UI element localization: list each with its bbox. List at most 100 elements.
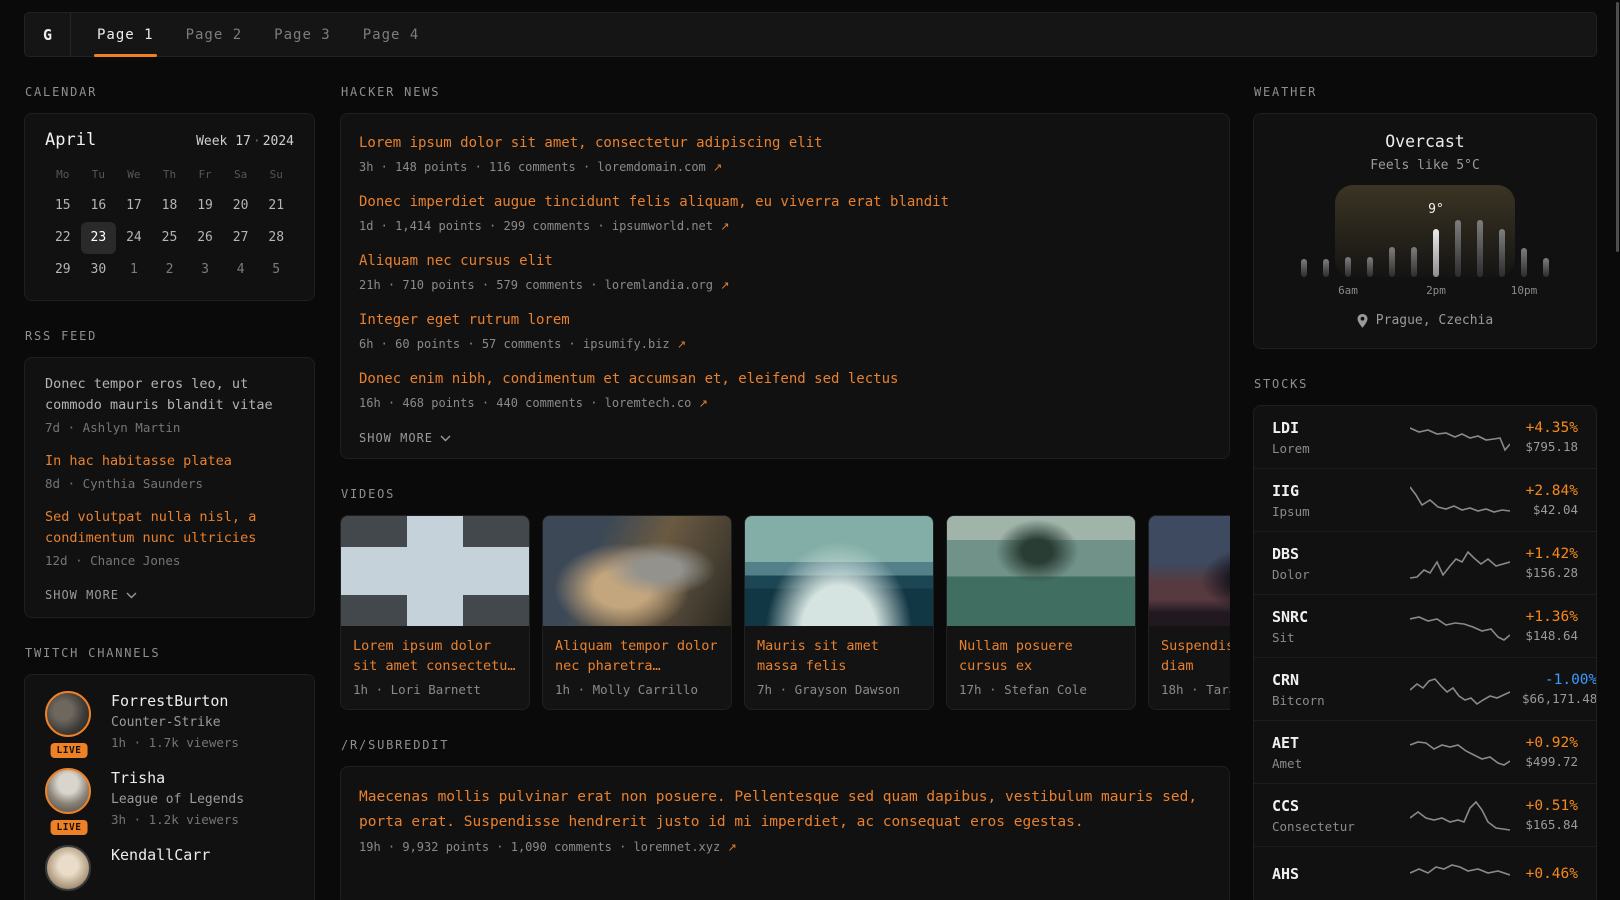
tab-label: Page 1 — [97, 27, 154, 43]
tab-label: Page 3 — [274, 27, 331, 43]
video-thumbnail — [1149, 516, 1230, 626]
tab-page-4[interactable]: Page 4 — [347, 13, 436, 56]
calendar-day-name: We — [116, 164, 152, 190]
location-pin-icon — [1357, 314, 1368, 328]
calendar-day[interactable]: 30 — [81, 254, 117, 286]
app-logo[interactable]: G — [25, 13, 71, 56]
weather-section-header: WEATHER — [1254, 85, 1596, 99]
video-meta: 1h · Molly Carrillo — [555, 682, 719, 697]
stock-change: +0.51% — [1522, 798, 1578, 814]
story-title[interactable]: Donec imperdiet augue tincidunt felis al… — [359, 191, 1211, 213]
weather-bar-slot — [1535, 185, 1557, 277]
video-card[interactable]: Lorem ipsum dolor sit amet consectetu… 1… — [340, 515, 530, 710]
tab-page-3[interactable]: Page 3 — [258, 13, 347, 56]
videos-row: Lorem ipsum dolor sit amet consectetu… 1… — [340, 515, 1230, 710]
chevron-down-icon — [440, 435, 451, 442]
scrollbar-thumb[interactable] — [1616, 2, 1619, 252]
story-title[interactable]: Donec enim nibh, condimentum et accumsan… — [359, 368, 1211, 390]
post-title[interactable]: Maecenas mollis pulvinar erat non posuer… — [359, 785, 1211, 835]
calendar-day[interactable]: 22 — [45, 222, 81, 254]
channel-name: ForrestBurton — [111, 691, 239, 711]
rss-show-more-button[interactable]: SHOW MORE — [45, 588, 137, 602]
calendar-day[interactable]: 20 — [223, 190, 259, 222]
story-title[interactable]: Lorem ipsum dolor sit amet, consectetur … — [359, 132, 1211, 154]
rss-item-title[interactable]: Sed volutpat nulla nisl, a condimentum n… — [45, 507, 294, 549]
calendar-day[interactable]: 29 — [45, 254, 81, 286]
twitch-channels-widget: LIVE ForrestBurton Counter-Strike 1h · 1… — [24, 674, 315, 900]
hackernews-show-more-button[interactable]: SHOW MORE — [359, 431, 451, 445]
calendar-day[interactable]: 1 — [116, 254, 152, 286]
weather-bar-slot — [1491, 185, 1513, 277]
video-meta: 1h · Lori Barnett — [353, 682, 517, 697]
calendar-day[interactable]: 5 — [258, 254, 294, 286]
calendar-grid: MoTuWeThFrSaSu15161718192021222324252627… — [45, 164, 294, 286]
calendar-day[interactable]: 18 — [152, 190, 188, 222]
video-title: Aliquam tempor dolor nec pharetra… — [555, 636, 719, 676]
weather-bar-slot — [1469, 185, 1491, 277]
stock-row: DBSDolor +1.42%$156.28 — [1254, 532, 1596, 595]
weather-temp-bar — [1411, 247, 1417, 277]
video-card[interactable]: Aliquam tempor dolor nec pharetra… 1h · … — [542, 515, 732, 710]
live-badge: LIVE — [51, 820, 88, 835]
calendar-day[interactable]: 17 — [116, 190, 152, 222]
avatar-wrapper: LIVE — [45, 768, 93, 829]
external-link-icon: ↗ — [713, 161, 722, 174]
tab-page-1[interactable]: Page 1 — [81, 13, 170, 56]
story-title[interactable]: Aliquam nec cursus elit — [359, 250, 1211, 272]
calendar-day[interactable]: 24 — [116, 222, 152, 254]
calendar-day[interactable]: 2 — [152, 254, 188, 286]
avatar-wrapper — [45, 845, 93, 891]
channel-meta: 3h · 1.2k viewers — [111, 810, 244, 829]
rss-feed-widget: Donec tempor eros leo, ut commodo mauris… — [24, 357, 315, 618]
post-meta: 19h · 9,932 points · 1,090 comments · lo… — [359, 840, 1211, 854]
story-meta: 16h · 468 points · 440 comments · loremt… — [359, 394, 1211, 413]
rss-item-meta: 7d · Ashlyn Martin — [45, 418, 294, 437]
twitch-channel-row[interactable]: LIVE ForrestBurton Counter-Strike 1h · 1… — [45, 691, 294, 752]
stock-sparkline — [1410, 859, 1510, 893]
calendar-day[interactable]: 25 — [152, 222, 188, 254]
rss-item-title[interactable]: In hac habitasse platea — [45, 451, 294, 472]
subreddit-section-header: /R/SUBREDDIT — [341, 738, 1229, 752]
video-meta: 17h · Stefan Cole — [959, 682, 1123, 697]
tab-label: Page 2 — [186, 27, 243, 43]
weather-temp-bar — [1367, 257, 1373, 277]
story-title[interactable]: Integer eget rutrum lorem — [359, 309, 1211, 331]
weather-temp-label: 9° — [1428, 202, 1444, 217]
calendar-widget: April Week 17·2024 MoTuWeThFrSaSu1516171… — [24, 113, 315, 301]
twitch-channel-row[interactable]: LIVE Trisha League of Legends 3h · 1.2k … — [45, 768, 294, 829]
stock-change: +4.35% — [1522, 420, 1578, 436]
calendar-day[interactable]: 21 — [258, 190, 294, 222]
channel-meta: 1h · 1.7k viewers — [111, 733, 239, 752]
weather-feels-like: Feels like 5°C — [1270, 158, 1580, 173]
calendar-day[interactable]: 26 — [187, 222, 223, 254]
weather-bar-slot: 10pm — [1513, 185, 1535, 277]
external-link-icon: ↗ — [720, 279, 729, 292]
tab-page-2[interactable]: Page 2 — [170, 13, 259, 56]
rss-item: In hac habitasse platea 8d · Cynthia Sau… — [45, 451, 294, 493]
calendar-day[interactable]: 15 — [45, 190, 81, 222]
weather-time-label: 6am — [1338, 284, 1358, 297]
stock-price: $156.28 — [1522, 565, 1578, 580]
hackernews-item: Integer eget rutrum lorem 6h · 60 points… — [359, 309, 1211, 354]
video-card[interactable]: Nullam posuere cursus ex 17h · Stefan Co… — [946, 515, 1136, 710]
external-link-icon: ↗ — [699, 397, 708, 410]
weather-temp-bar — [1323, 259, 1329, 277]
video-card[interactable]: Suspendisse diam 18h · Tara — [1148, 515, 1230, 710]
calendar-day[interactable]: 16 — [81, 190, 117, 222]
twitch-channel-row[interactable]: KendallCarr — [45, 845, 294, 891]
stock-price: $499.72 — [1522, 754, 1578, 769]
avatar-wrapper: LIVE — [45, 691, 93, 752]
weather-temp-bar — [1477, 220, 1483, 277]
calendar-day[interactable]: 27 — [223, 222, 259, 254]
calendar-day[interactable]: 19 — [187, 190, 223, 222]
calendar-day[interactable]: 4 — [223, 254, 259, 286]
stock-sparkline — [1410, 735, 1510, 769]
weather-bar-slot — [1381, 185, 1403, 277]
video-thumbnail — [745, 516, 933, 626]
rss-item-title[interactable]: Donec tempor eros leo, ut commodo mauris… — [45, 374, 294, 416]
calendar-day[interactable]: 3 — [187, 254, 223, 286]
video-card[interactable]: Mauris sit amet massa felis 7h · Grayson… — [744, 515, 934, 710]
calendar-day-selected[interactable]: 23 — [81, 222, 117, 254]
stock-sparkline — [1410, 798, 1510, 832]
calendar-day[interactable]: 28 — [258, 222, 294, 254]
